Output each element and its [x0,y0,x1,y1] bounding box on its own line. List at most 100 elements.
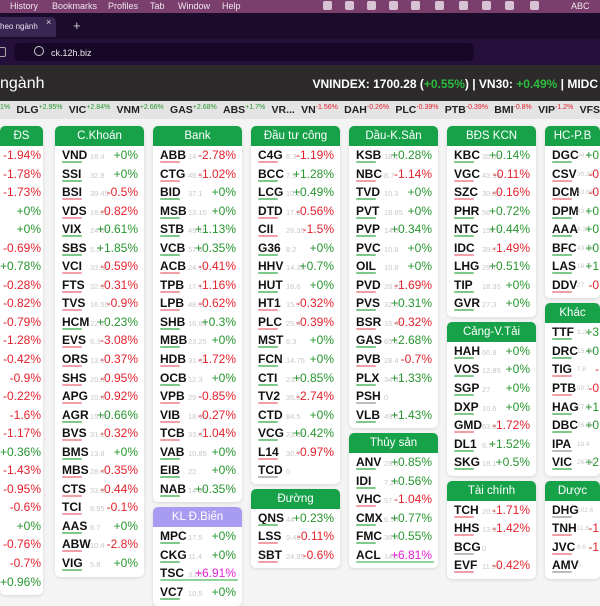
stock-row[interactable]: EVF 11.95 -0.42% [447,556,536,575]
stock-row[interactable]: OIL 10.8 +0% [349,257,438,276]
stock-ticker[interactable]: LSS [258,529,281,543]
stock-row[interactable]: TPB 17.1 -1.16% [153,276,242,295]
status-bar-icon[interactable] [435,1,444,10]
stock-row[interactable]: MPC 17.5 +0% [153,527,242,546]
stock-ticker[interactable]: BVS [62,426,87,440]
stock-ticker[interactable]: VAB [160,445,184,459]
stock-ticker[interactable]: LHG [454,259,479,273]
stock-ticker[interactable]: HDB [160,352,186,366]
stock-row[interactable]: APG 10.8 -0.92% [55,387,144,406]
stock-ticker[interactable]: DCM [552,185,579,199]
stock-ticker[interactable]: LPB [160,296,184,310]
stock-row[interactable]: VCB 57.6 +0.35% [153,239,242,258]
stock-row[interactable]: PVP 14.6 +0.34% [349,220,438,239]
stock-ticker[interactable]: VIX [62,222,81,236]
stock-row[interactable]: TIP 18.35 +0% [447,276,536,295]
stock-row[interactable]: AGR 15.35 +0.66% [55,406,144,425]
stock-row[interactable]: -0.28% [0,276,43,295]
stock-ticker[interactable]: MPC [160,529,187,543]
stock-ticker[interactable]: DDV [552,278,577,292]
stock-ticker[interactable]: CTD [258,408,283,422]
stock-row[interactable]: SSI 32.8 +0% [55,165,144,184]
stock-row[interactable]: -1.94% [0,146,43,165]
stock-ticker[interactable]: NBC [356,167,382,181]
stock-row[interactable]: TVD 10.3 +0% [349,183,438,202]
stock-ticker[interactable]: IDI [356,474,371,488]
sector-header[interactable]: C.Khoán [55,126,144,146]
sector-header[interactable]: Dầu-K.Sản [349,126,438,146]
stock-row[interactable]: LHG 29.7 +0.51% [447,257,536,276]
stock-row[interactable]: -0.76% [0,535,43,554]
stock-ticker[interactable]: CTS [62,482,86,496]
stock-ticker[interactable]: VLB [356,408,380,422]
sector-header[interactable]: Thủy sản [349,433,438,454]
stock-row[interactable]: SGP 27 +0% [447,379,536,398]
stock-row[interactable]: VCG 23.85 +0.42% [251,424,340,443]
stock-ticker[interactable]: NAB [160,482,186,496]
status-bar-icon[interactable] [459,1,468,10]
stock-ticker[interactable]: VCB [160,241,185,255]
status-bar-icon[interactable] [345,1,354,10]
stock-ticker[interactable]: CMX [356,511,383,525]
stock-ticker[interactable]: VC7 [160,585,183,599]
stock-row[interactable]: PSH 0 [349,387,438,406]
strip-item[interactable]: PLC-0.39% [395,104,438,119]
stock-ticker[interactable]: DGC [552,148,579,162]
address-bar[interactable]: ck.12h.biz [14,43,474,61]
stock-row[interactable]: IDC 39.7 -1.49% [447,239,536,258]
stock-ticker[interactable]: LCG [258,185,283,199]
strip-item[interactable]: VIP-1.2% [538,104,573,119]
stock-row[interactable]: -1.6% [0,406,43,425]
stock-row[interactable]: -0.9% [0,369,43,388]
stock-row[interactable]: BMS 13.8 +0% [55,443,144,462]
stock-row[interactable]: PVD 26.25 -1.69% [349,276,438,295]
status-bar-icon[interactable] [389,1,398,10]
stock-row[interactable]: MBB 23.25 +0% [153,331,242,350]
stock-row[interactable]: +0.96% [0,573,43,592]
stock-ticker[interactable]: DXP [454,400,479,414]
sector-header[interactable]: Bank [153,126,242,146]
menu-window[interactable]: Window [178,1,210,11]
url-text[interactable]: ck.12h.biz [51,48,92,58]
stock-row[interactable]: -0.6% [0,498,43,517]
status-bar-icon[interactable] [411,1,420,10]
stock-row[interactable]: +0% [0,220,43,239]
stock-row[interactable]: HHS 13.9 -1.42% [447,519,536,538]
stock-ticker[interactable]: SSI [62,167,81,181]
stock-row[interactable]: CTS 33.9 -0.44% [55,480,144,499]
strip-item[interactable]: VIC+2.84% [69,104,110,119]
stock-row[interactable]: FCN 14.75 +0% [251,350,340,369]
stock-ticker[interactable]: HHV [258,259,283,273]
stock-ticker[interactable]: TPB [160,278,184,292]
status-bar-icon[interactable] [530,1,539,10]
sector-header[interactable]: ĐS [0,126,43,146]
stock-ticker[interactable]: TVD [356,185,380,199]
stock-row[interactable]: PLX 34.35 +1.33% [349,369,438,388]
stock-row[interactable]: SZC 30.85 -0.16% [447,183,536,202]
stock-row[interactable]: +0.78% [0,257,43,276]
stock-row[interactable]: -1.73% [0,183,43,202]
stock-row[interactable]: CKG 11.4 +0% [153,546,242,565]
stock-ticker[interactable]: TNH [552,521,577,535]
stock-ticker[interactable]: STB [160,222,184,236]
stock-row[interactable]: NTC 158.5 +0.44% [447,220,536,239]
close-tab-icon[interactable]: × [46,17,51,27]
stock-ticker[interactable]: PVD [356,278,381,292]
stock-row[interactable]: PLC 25.4 -0.39% [251,313,340,332]
strip-item[interactable]: DAH-0.26% [344,104,389,119]
stock-ticker[interactable]: SBT [258,548,282,562]
stock-ticker[interactable]: ACL [356,548,381,562]
stock-ticker[interactable]: PLC [258,315,282,329]
stock-ticker[interactable]: BFC [552,241,577,255]
stock-row[interactable]: BSR 15.45 -0.32% [349,313,438,332]
sector-header[interactable]: Đường [251,488,340,509]
sector-header[interactable]: Đầu tư công [251,126,340,146]
stock-row[interactable]: SHB 16.85 +0.3% [153,313,242,332]
stock-ticker[interactable]: VCI [62,259,82,273]
stock-row[interactable]: DTD 17.8 -0.56% [251,202,340,221]
stock-row[interactable]: VIB 18.45 -0.27% [153,406,242,425]
stock-ticker[interactable]: TV2 [258,389,280,403]
stock-ticker[interactable]: GAS [356,333,382,347]
stock-ticker[interactable]: SKG [454,455,480,469]
stock-row[interactable]: DDV 27 -0 [545,276,600,295]
